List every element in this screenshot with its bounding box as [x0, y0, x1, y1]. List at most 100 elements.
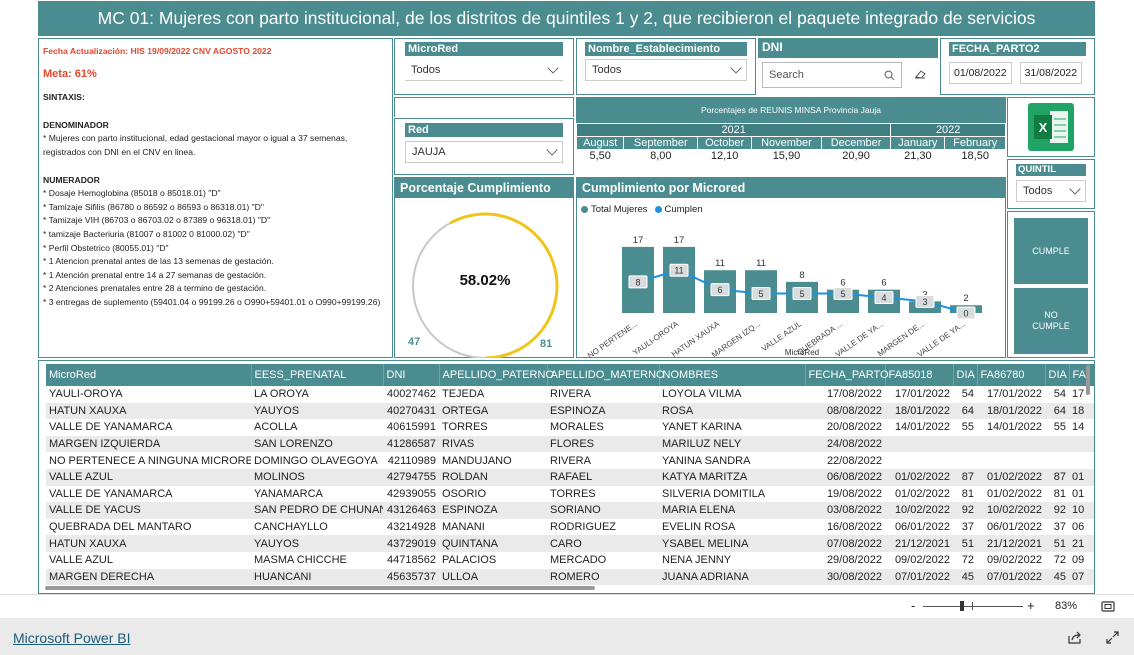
fecha-from-input[interactable]: 01/08/2022	[949, 62, 1012, 84]
table-row[interactable]: VALLE DE YANAMARCA ACOLLA 40615991 TORRES MO…	[46, 419, 1094, 436]
microred-slicer: MicroRed Todos	[394, 38, 574, 95]
table-row[interactable]: VALLE DE YACUS SAN PEDRO DE CHUNAN 4312646…	[46, 502, 1094, 519]
table-row[interactable]: HATUN XAUXA YAUYOS 43729019 QUINTANA CARO YSA…	[46, 535, 1094, 552]
table-cell	[953, 435, 977, 453]
table-row[interactable]: HATUN XAUXA YAUYOS 40270431 ORTEGA ESPINOZA R…	[46, 402, 1094, 420]
table-cell: RIVERA	[550, 388, 591, 401]
table-row[interactable]: MARGEN IZQUIERDA SAN LORENZO 41286587 RIVAS…	[46, 435, 1094, 453]
table-cell: 92	[953, 502, 977, 519]
table-cell: 40027462	[387, 388, 436, 401]
table-cell: MARGEN IZQUIERDA	[46, 435, 251, 453]
microred-dropdown[interactable]: Todos	[405, 59, 563, 81]
table-cell: VALLE DE YANAMARCA	[49, 421, 173, 434]
column-header[interactable]: FA85018	[885, 364, 954, 386]
table-cell: ESPINOZA	[547, 402, 659, 420]
dni-label: DNI	[758, 38, 938, 58]
column-header[interactable]: MicroRed	[46, 364, 252, 386]
table-cell: 72	[961, 554, 974, 567]
table-row[interactable]: VALLE AZUL MASMA CHICCHE 44718562 PALACIOS M…	[46, 552, 1094, 569]
column-header[interactable]: FA	[1069, 364, 1094, 386]
table-cell: DOMINGO OLAVEGOYA	[254, 454, 378, 467]
vertical-scrollbar[interactable]	[1086, 365, 1090, 395]
table-cell: 40270431	[383, 402, 439, 420]
table-cell: 10/02/2022	[885, 502, 953, 519]
bar-total	[663, 246, 695, 313]
legend-total-label: Total Mujeres	[591, 204, 648, 215]
column-header[interactable]: DIA	[953, 364, 978, 386]
table-cell	[1069, 435, 1094, 453]
table-cell: 06	[1072, 521, 1085, 534]
search-icon	[884, 69, 895, 80]
column-header[interactable]: FECHA_PARTO	[805, 364, 889, 386]
excel-export[interactable]: X	[1007, 97, 1095, 157]
red-value: JAUJA	[412, 146, 446, 158]
numerador-list: * Dosaje Hemoglobina (85018 o 85018.01) …	[43, 187, 388, 309]
table-cell: YSABEL MELINA	[659, 535, 805, 552]
horizontal-scrollbar[interactable]	[45, 586, 595, 590]
column-header[interactable]: NOMBRES	[659, 364, 806, 386]
column-header[interactable]: FA86780	[977, 364, 1046, 386]
no-cumple-button[interactable]: NO CUMPLE	[1014, 288, 1088, 354]
table-cell: 18/01/2022	[977, 402, 1045, 420]
table-cell: SILVERIA DOMITILA	[662, 487, 766, 500]
table-cell: 21	[1069, 535, 1094, 552]
table-cell: 30/08/2022	[805, 568, 885, 586]
cumple-button[interactable]: CUMPLE	[1014, 218, 1088, 284]
table-cell: 17/08/2022	[826, 388, 882, 401]
fullscreen-icon[interactable]	[1106, 631, 1119, 644]
cumplen-label: 4	[881, 293, 886, 303]
quintil-dropdown[interactable]: Todos	[1016, 180, 1086, 202]
dni-search-box[interactable]: Search	[762, 62, 902, 88]
zoom-slider-handle[interactable]	[960, 601, 964, 611]
table-cell: 37	[1053, 521, 1066, 534]
numerador-item: * 3 entregas de suplemento (59401.04 o 9…	[43, 296, 381, 307]
table-row[interactable]: MARGEN DERECHA HUANCANI 45635737 ULLOA ROMER…	[46, 568, 1094, 586]
red-dropdown[interactable]: JAUJA	[405, 141, 563, 163]
month-value: 8,00	[623, 149, 699, 163]
table-cell: 18	[1069, 402, 1094, 420]
table-row[interactable]: VALLE AZUL MOLINOS 42794755 ROLDAN RAFAEL KAT…	[46, 468, 1094, 486]
zoom-out-button[interactable]: -	[911, 598, 915, 613]
table-cell: 01/02/2022	[986, 487, 1042, 500]
table-row[interactable]: QUEBRADA DEL MANTARO CANCHAYLLO 43214928 MA…	[46, 519, 1094, 536]
column-header[interactable]: APELLIDO_MATERNO	[547, 364, 665, 386]
zoom-slider[interactable]	[923, 606, 1023, 607]
chevron-down-icon	[730, 62, 742, 74]
share-icon[interactable]	[1068, 631, 1082, 644]
table-cell: YANINA SANDRA	[662, 454, 751, 467]
column-header[interactable]: EESS_PRENATAL	[251, 364, 384, 386]
table-cell: 21/12/2021	[885, 535, 953, 552]
column-header[interactable]: DNI	[383, 364, 440, 386]
cumplen-label: 5	[799, 289, 804, 299]
table-cell: ROLDAN	[439, 468, 547, 486]
table-row[interactable]: NO PERTENECE A NINGUNA MICRORED DOMINGO O…	[46, 452, 1094, 469]
x-axis-title: MicroRed	[785, 348, 819, 357]
table-cell: 14/01/2022	[894, 421, 950, 434]
table-row[interactable]: VALLE DE YANAMARCA YANAMARCA 42939055 OSORI…	[46, 486, 1094, 503]
table-cell: VALLE DE YACUS	[46, 502, 251, 519]
dni-search-input[interactable]: Search	[769, 69, 804, 81]
table-cell: SORIANO	[547, 502, 659, 519]
month-value: 12,10	[697, 149, 753, 163]
zoom-in-button[interactable]: +	[1027, 598, 1035, 613]
column-header[interactable]: APELLIDO_PATERNO	[439, 364, 554, 386]
table-cell: 92	[1045, 502, 1069, 519]
table-row[interactable]: YAULI-OROYA LA OROYA 40027462 TEJEDA RIVERA L…	[46, 386, 1094, 403]
fecha-to-input[interactable]: 31/08/2022	[1019, 62, 1083, 84]
dni-slicer: DNI Search	[758, 38, 938, 95]
eraser-icon[interactable]	[914, 69, 926, 79]
table-cell: 81	[1053, 487, 1066, 500]
establecimiento-dropdown[interactable]: Todos	[585, 59, 747, 81]
meta-text: Meta: 61%	[43, 67, 97, 80]
fit-page-icon[interactable]	[1101, 601, 1115, 612]
microred-label: MicroRed	[405, 42, 563, 56]
table-cell: 07	[1069, 568, 1094, 586]
quintil-slicer: QUINTIL Todos	[1007, 159, 1095, 209]
table-cell: 08/08/2022	[805, 402, 885, 420]
table-cell: SAN LORENZO	[251, 435, 383, 453]
table-cell: KATYA MARITZA	[659, 468, 805, 486]
powerbi-link[interactable]: Microsoft Power BI	[13, 630, 130, 646]
table-cell: ULLOA	[439, 568, 547, 586]
month-header: November	[751, 136, 822, 150]
column-header[interactable]: DIA	[1045, 364, 1070, 386]
